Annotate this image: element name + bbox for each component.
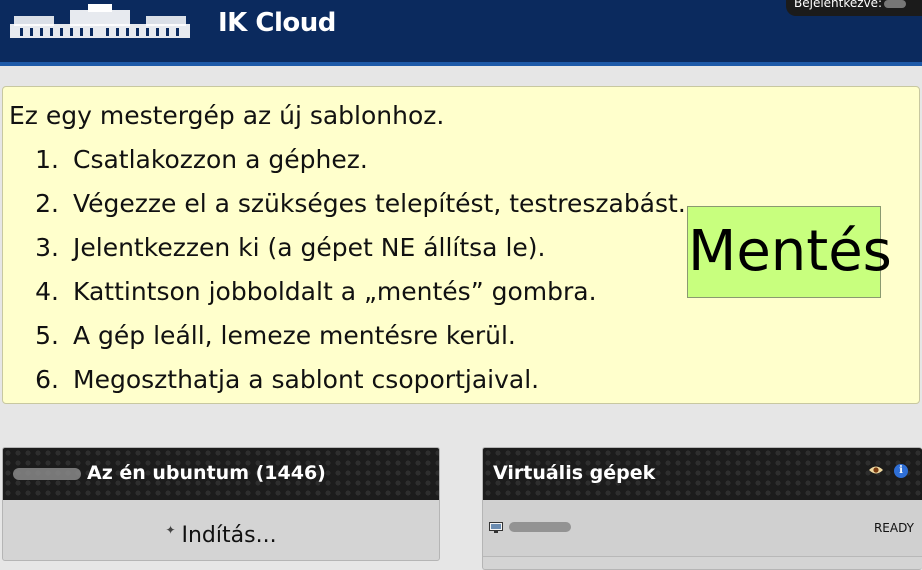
- start-vm-link[interactable]: ✦ Indítás...: [3, 500, 439, 560]
- vm-name-title: Az én ubuntum (1446): [87, 462, 326, 484]
- login-status-badge[interactable]: Bejelentkezve:: [786, 0, 922, 16]
- redacted-owner: [13, 468, 81, 480]
- my-vm-panel-header: Az én ubuntum (1446): [3, 448, 439, 500]
- step-number: 3.: [35, 233, 59, 262]
- step-text: Kattintson jobboldalt a „mentés” gombra.: [73, 277, 597, 306]
- step-text: Jelentkezzen ki (a gépet NE állítsa le).: [73, 233, 546, 262]
- step-item: 3. Jelentkezzen ki (a gépet NE állítsa le…: [17, 233, 686, 277]
- step-number: 4.: [35, 277, 59, 306]
- vm-list-item[interactable]: READY: [483, 500, 922, 557]
- step-item: 6. Megoszthatja a sablont csoportjaival.: [17, 365, 686, 409]
- instruction-steps: 1. Csatlakozzon a géphez. 2. Végezze el a …: [17, 145, 686, 409]
- step-item: 1. Csatlakozzon a géphez.: [17, 145, 686, 189]
- start-vm-label: Indítás...: [181, 523, 277, 548]
- step-number: 2.: [35, 189, 59, 218]
- info-icon[interactable]: i: [894, 464, 908, 478]
- step-item: 5. A gép leáll, lemeze mentésre kerül.: [17, 321, 686, 365]
- my-vm-panel: Az én ubuntum (1446) ✦ Indítás...: [2, 447, 440, 561]
- step-number: 6.: [35, 365, 59, 394]
- step-item: 2. Végezze el a szükséges telepítést, tes…: [17, 189, 686, 233]
- step-item: 4. Kattintson jobboldalt a „mentés” gombr…: [17, 277, 686, 321]
- vm-status-badge: READY: [873, 521, 914, 535]
- step-number: 5.: [35, 321, 59, 350]
- virtual-machines-panel: Virtuális gépek i READY: [482, 447, 922, 570]
- virtual-machines-panel-header: Virtuális gépek i: [483, 448, 922, 500]
- step-text: Csatlakozzon a géphez.: [73, 145, 368, 174]
- notice-title: Ez egy mestergép az új sablonhoz.: [9, 101, 445, 130]
- step-text: Megoszthatja a sablont csoportjaival.: [73, 365, 540, 394]
- step-text: A gép leáll, lemeze mentésre kerül.: [73, 321, 516, 350]
- redacted-username: [884, 0, 907, 8]
- brand-title[interactable]: IK Cloud: [218, 8, 336, 38]
- top-header: IK Cloud Bejelentkezve:: [0, 0, 922, 66]
- eye-icon[interactable]: [868, 464, 884, 476]
- virtual-machines-title: Virtuális gépek: [493, 462, 656, 484]
- university-logo[interactable]: [10, 2, 190, 40]
- save-template-button[interactable]: Mentés: [687, 206, 892, 298]
- step-number: 1.: [35, 145, 59, 174]
- monitor-icon: [489, 522, 503, 533]
- redacted-vm-name: [509, 522, 571, 532]
- step-text: Végezze el a szükséges telepítést, testr…: [73, 189, 686, 218]
- template-master-notice: Ez egy mestergép az új sablonhoz. 1. Csat…: [2, 86, 920, 404]
- spinner-icon: ✦: [165, 523, 176, 537]
- login-status-text: Bejelentkezve:: [794, 0, 883, 10]
